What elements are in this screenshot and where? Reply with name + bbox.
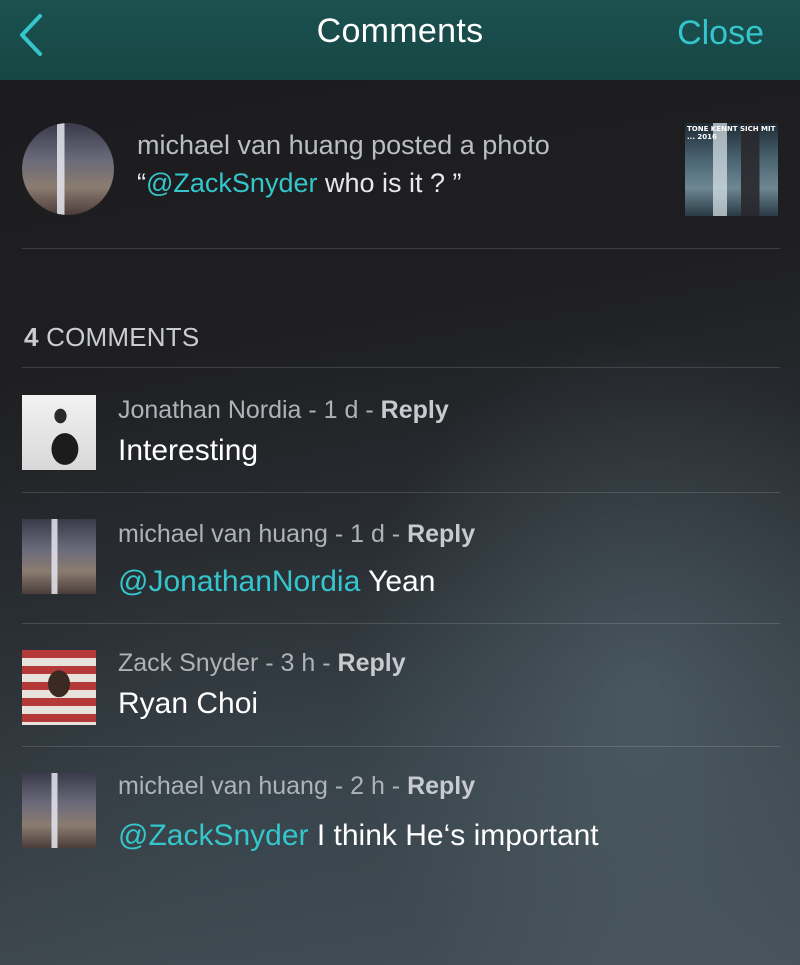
comment-time: - 2 h - <box>327 772 408 800</box>
close-button[interactable]: Close <box>677 14 764 53</box>
thumbnail-text: TONE KENNT SICH MIT ... 2016 <box>687 125 775 141</box>
comments-count-number: 4 <box>24 322 39 352</box>
comment-time: - 1 d - <box>327 520 408 548</box>
thumbnail-text-line-2: ... 2016 <box>687 133 717 141</box>
comment-body: Interesting <box>118 434 259 467</box>
avatar[interactable] <box>22 395 96 470</box>
comment-author[interactable]: michael van huang <box>118 520 328 548</box>
comments-count-label: COMMENTS <box>46 322 200 352</box>
comment-meta: michael van huang - 1 d - Reply <box>118 520 475 549</box>
comment-body: I think He‘s important <box>308 819 599 852</box>
comment-body: Ryan Choi <box>118 687 259 720</box>
comment-meta: Zack Snyder - 3 h - Reply <box>118 649 406 678</box>
avatar[interactable] <box>22 519 96 594</box>
comment-item: michael van huang - 1 d - Reply @Jonatha… <box>0 493 800 623</box>
reply-button[interactable]: Reply <box>381 396 449 424</box>
comment-text: Interesting <box>118 434 258 468</box>
reply-button[interactable]: Reply <box>407 520 475 548</box>
comment-author[interactable]: Jonathan Nordia <box>118 396 301 424</box>
post-caption: “@ZackSnyder who is it ? ” <box>137 168 462 199</box>
caption-open-quote: “ <box>137 168 146 198</box>
comment-item: Jonathan Nordia - 1 d - Reply Interestin… <box>0 368 800 492</box>
comment-body: Yean <box>360 565 436 598</box>
comment-item: michael van huang - 2 h - Reply @ZackSny… <box>0 747 800 877</box>
reply-button[interactable]: Reply <box>407 772 475 800</box>
comment-time: - 1 d - <box>301 396 381 424</box>
comments-count: 4 COMMENTS <box>24 322 199 353</box>
comment-author[interactable]: michael van huang <box>118 772 328 800</box>
divider <box>22 248 780 249</box>
comment-text: @JonathanNordia Yean <box>118 565 435 599</box>
comment-meta: Jonathan Nordia - 1 d - Reply <box>118 396 449 425</box>
post-header: michael van huang posted a photo “@ZackS… <box>0 80 800 250</box>
post-thumbnail[interactable]: TONE KENNT SICH MIT ... 2016 <box>685 123 778 216</box>
post-meta: michael van huang posted a photo <box>137 130 550 160</box>
comment-time: - 3 h - <box>258 649 338 677</box>
comment-item: Zack Snyder - 3 h - Reply Ryan Choi <box>0 624 800 746</box>
comment-text: Ryan Choi <box>118 687 258 721</box>
comment-mention-link[interactable]: @JonathanNordia <box>118 565 360 598</box>
navigation-bar: Comments Close <box>0 0 800 80</box>
comment-meta: michael van huang - 2 h - Reply <box>118 772 475 801</box>
reply-button[interactable]: Reply <box>338 649 406 677</box>
poster-avatar[interactable] <box>22 123 114 215</box>
caption-mention-link[interactable]: @ZackSnyder <box>146 168 317 198</box>
caption-text: who is it ? ” <box>317 168 462 198</box>
comment-mention-link[interactable]: @ZackSnyder <box>118 819 309 852</box>
thumbnail-text-line-1: TONE KENNT SICH MIT <box>687 125 776 133</box>
avatar[interactable] <box>22 650 96 725</box>
comment-text: @ZackSnyder I think He‘s important <box>118 819 599 853</box>
avatar[interactable] <box>22 773 96 848</box>
comment-author[interactable]: Zack Snyder <box>118 649 258 677</box>
